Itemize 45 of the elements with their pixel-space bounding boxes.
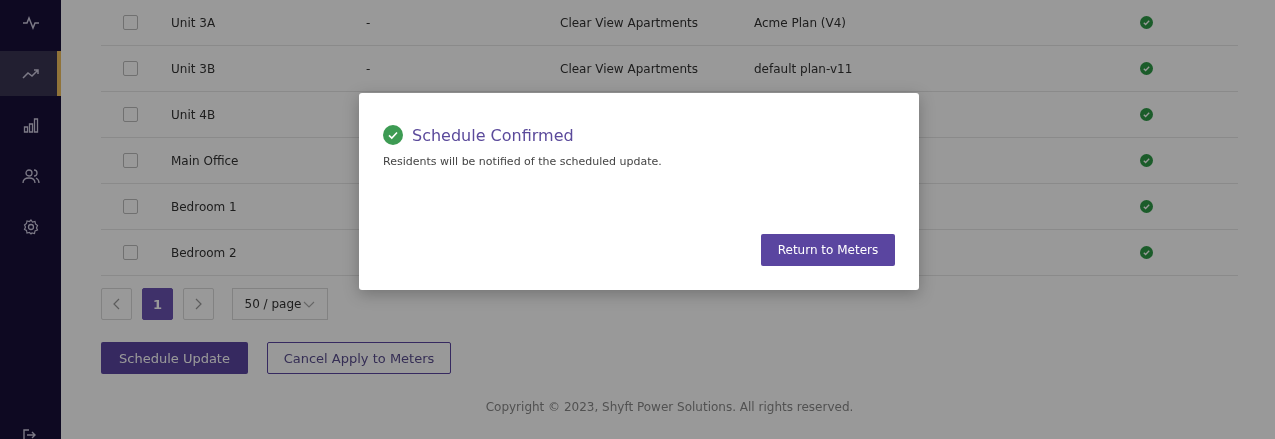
users-icon xyxy=(21,167,40,184)
logout-icon[interactable] xyxy=(22,429,38,439)
settings-icon xyxy=(22,218,39,235)
meter-name: Unit 4B xyxy=(171,107,217,122)
check-circle-icon xyxy=(1140,16,1153,29)
row-checkbox[interactable] xyxy=(123,107,138,122)
bar-chart-icon xyxy=(22,116,39,133)
sidebar-item[interactable] xyxy=(0,51,61,96)
dialog-message: Residents will be notified of the scheduled update. xyxy=(383,155,663,168)
schedule-update-button[interactable]: Schedule Update xyxy=(101,342,248,374)
check-circle-icon xyxy=(1140,200,1153,213)
check-circle-icon xyxy=(1140,154,1153,167)
pulse-icon xyxy=(21,15,40,30)
copyright-text: Copyright © 2023, Shyft Power Solutions. All rights reserved. xyxy=(484,400,855,414)
check-circle-icon xyxy=(1140,108,1153,121)
meter-name: Bedroom 1 xyxy=(171,199,238,214)
table-cell: - xyxy=(366,61,371,76)
row-checkbox[interactable] xyxy=(123,153,138,168)
chevron-left-icon xyxy=(113,298,120,310)
property-name: Clear View Apartments xyxy=(560,15,698,30)
meter-name: Unit 3B xyxy=(171,61,217,76)
previous-page-button[interactable] xyxy=(101,288,132,320)
page-button[interactable]: 1 xyxy=(142,288,173,320)
trend-icon xyxy=(21,67,40,80)
meter-name: Bedroom 2 xyxy=(171,245,238,260)
next-page-button[interactable] xyxy=(183,288,214,320)
row-checkbox[interactable] xyxy=(123,245,138,260)
check-circle-icon xyxy=(1140,246,1153,259)
return-button[interactable]: Return to Meters xyxy=(761,234,895,266)
table-cell: - xyxy=(366,15,371,30)
row-checkbox[interactable] xyxy=(123,61,138,76)
meter-name: Main Office xyxy=(171,153,240,168)
meter-name: Unit 3A xyxy=(171,15,217,30)
page-size-select[interactable]: 50 / page xyxy=(232,288,328,320)
plan-name: Acme Plan (V4) xyxy=(754,15,847,30)
chevron-down-icon xyxy=(303,300,316,308)
row-checkbox[interactable] xyxy=(123,15,138,30)
check-circle-icon xyxy=(383,125,403,145)
property-name: Clear View Apartments xyxy=(560,61,698,76)
chevron-right-icon xyxy=(195,298,202,310)
dialog-title: Schedule Confirmed xyxy=(412,125,574,145)
check-circle-icon xyxy=(1140,62,1153,75)
plan-name: default plan-v11 xyxy=(754,61,853,76)
cancel-button[interactable]: Cancel Apply to Meters xyxy=(267,342,451,374)
row-checkbox[interactable] xyxy=(123,199,138,214)
